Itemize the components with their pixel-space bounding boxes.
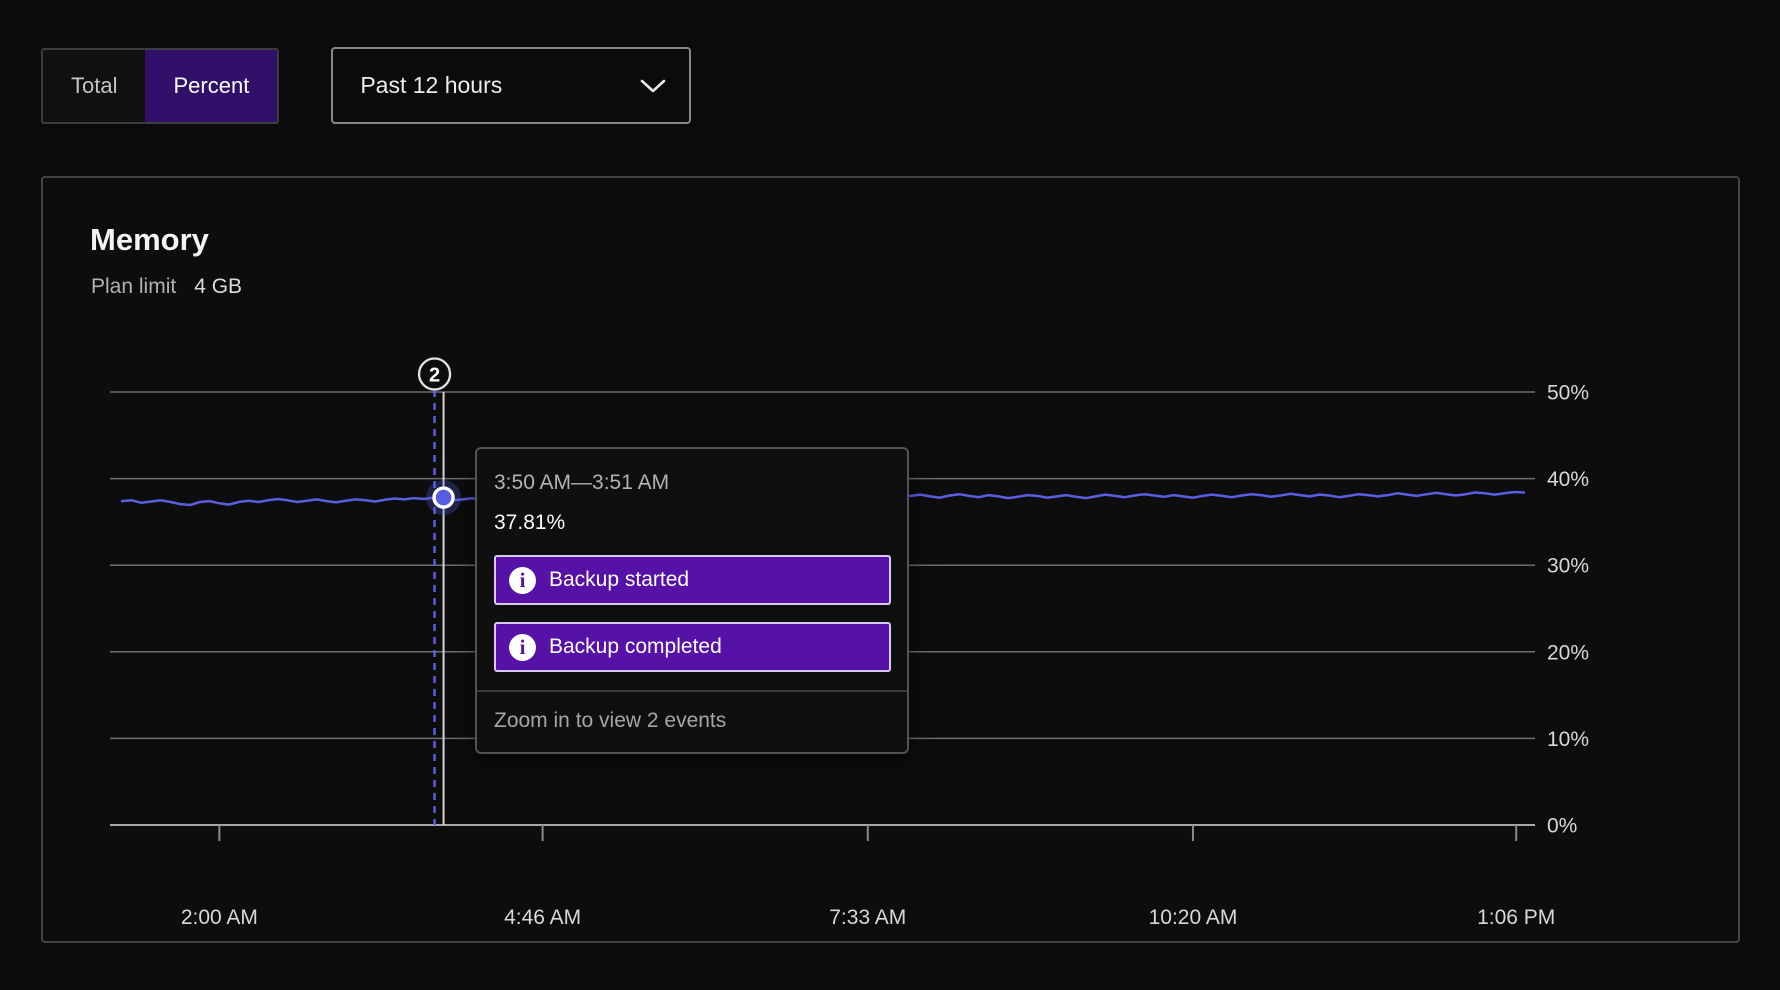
hover-marker-group: [426, 480, 461, 515]
y-axis-labels: 0% 10% 20% 30% 40% 50%: [1547, 382, 1589, 838]
toggle-total-button[interactable]: Total: [43, 50, 145, 122]
x-axis-ticks: [219, 825, 1516, 841]
x-axis-labels: 2:00 AM 4:46 AM 7:33 AM 10:20 AM 1:06 PM: [181, 906, 1555, 929]
event-badge-label: Backup completed: [549, 635, 722, 659]
chevron-down-icon: [639, 77, 667, 95]
memory-card: Memory Plan limit4 GB 0%10%20%30%40%50% …: [41, 176, 1740, 943]
info-icon: i: [509, 634, 536, 661]
chart-tooltip: 3:50 AM—3:51 AM 37.81% i Backup started …: [475, 447, 909, 754]
y-axis-tick-label: 20%: [1547, 641, 1589, 664]
x-axis-tick-label: 1:06 PM: [1477, 906, 1555, 929]
time-range-value: Past 12 hours: [360, 72, 502, 99]
tooltip-footer: Zoom in to view 2 events: [477, 690, 907, 751]
y-axis-tick-label: 50%: [1547, 382, 1589, 405]
y-axis-tick-label: 40%: [1547, 468, 1589, 491]
event-badge-label: Backup started: [549, 568, 689, 592]
tooltip-time-range: 3:50 AM—3:51 AM: [494, 470, 891, 495]
hover-point-marker: [434, 488, 453, 507]
x-axis-tick-label: 2:00 AM: [181, 906, 258, 929]
event-count-label: 2: [429, 365, 440, 387]
chart-toolbar: Total Percent Past 12 hours: [41, 47, 691, 124]
event-badge-backup-started: i Backup started: [494, 555, 891, 605]
y-axis-tick-label: 0%: [1547, 815, 1577, 838]
y-axis-tick-label: 10%: [1547, 728, 1589, 751]
event-marker-group: 2: [419, 359, 450, 826]
time-range-dropdown[interactable]: Past 12 hours: [331, 47, 691, 124]
event-badge-backup-completed: i Backup completed: [494, 622, 891, 672]
tooltip-value: 37.81%: [494, 510, 891, 535]
x-axis-tick-label: 4:46 AM: [504, 906, 581, 929]
toggle-percent-button[interactable]: Percent: [145, 50, 277, 122]
total-percent-toggle: Total Percent: [41, 48, 279, 124]
x-axis-tick-label: 7:33 AM: [829, 906, 906, 929]
x-axis-tick-label: 10:20 AM: [1149, 906, 1238, 929]
info-icon: i: [509, 567, 536, 594]
y-axis-tick-label: 30%: [1547, 555, 1589, 578]
